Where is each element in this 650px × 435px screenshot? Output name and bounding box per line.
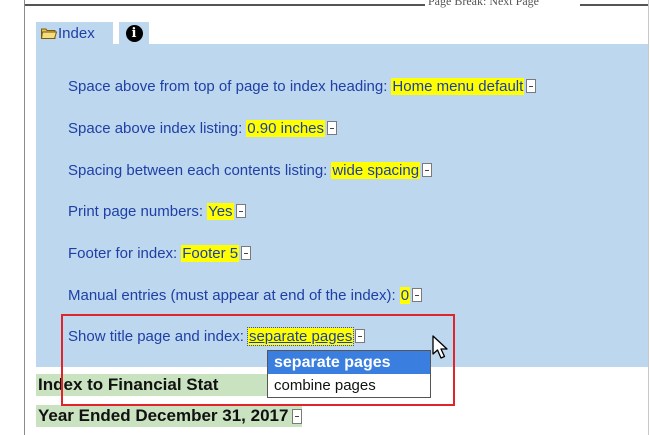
setting-row-manual-entries: Manual entries (must appear at end of th… <box>68 285 423 305</box>
info-icon: i <box>125 24 143 42</box>
setting-label: Space above from top of page to index he… <box>68 77 388 95</box>
highlight-callout-box <box>61 314 455 406</box>
setting-label: Print page numbers: <box>68 202 204 220</box>
setting-row-print-page-numbers: Print page numbers: Yes <box>68 201 246 221</box>
setting-value[interactable]: Footer 5 <box>181 244 240 262</box>
setting-value[interactable]: 0.90 inches <box>246 119 326 137</box>
setting-label: Manual entries (must appear at end of th… <box>68 286 396 304</box>
setting-row-footer: Footer for index: Footer 5 <box>68 243 252 263</box>
document-editor: Page Break: Next Page Index i Space abov… <box>0 0 650 435</box>
chevron-down-icon[interactable] <box>526 79 537 93</box>
setting-row-space-above-heading: Space above from top of page to index he… <box>68 76 537 96</box>
page-right-border <box>648 0 649 435</box>
page-left-border <box>24 0 25 435</box>
folder-icon <box>41 28 57 39</box>
setting-row-space-above-listing: Space above index listing: 0.90 inches <box>68 118 338 138</box>
setting-value[interactable]: Yes <box>207 202 234 220</box>
chevron-down-icon[interactable] <box>235 204 246 218</box>
chevron-down-icon[interactable] <box>327 121 338 135</box>
setting-label: Spacing between each contents listing: <box>68 161 328 179</box>
tab-info[interactable]: i <box>119 22 149 44</box>
chevron-down-icon[interactable] <box>292 408 303 424</box>
setting-value[interactable]: wide spacing <box>331 161 421 179</box>
mouse-pointer-icon <box>432 335 448 359</box>
page-break-label: Page Break: Next Page <box>425 0 542 9</box>
setting-value[interactable]: 0 <box>399 286 411 304</box>
setting-label: Space above index listing: <box>68 119 243 137</box>
heading-text: Year Ended December 31, 2017 <box>38 406 289 425</box>
setting-value[interactable]: Home menu default <box>391 77 525 95</box>
setting-label: Footer for index: <box>68 244 178 262</box>
setting-row-spacing-between: Spacing between each contents listing: w… <box>68 160 433 180</box>
chevron-down-icon[interactable] <box>241 246 252 260</box>
tab-index[interactable]: Index <box>36 22 113 44</box>
page-break-line-right <box>580 4 648 6</box>
chevron-down-icon[interactable] <box>422 163 433 177</box>
tab-index-label: Index <box>58 24 95 42</box>
document-heading-year: Year Ended December 31, 2017 <box>36 405 303 427</box>
page-break-line-left <box>25 4 425 6</box>
chevron-down-icon[interactable] <box>412 288 423 302</box>
